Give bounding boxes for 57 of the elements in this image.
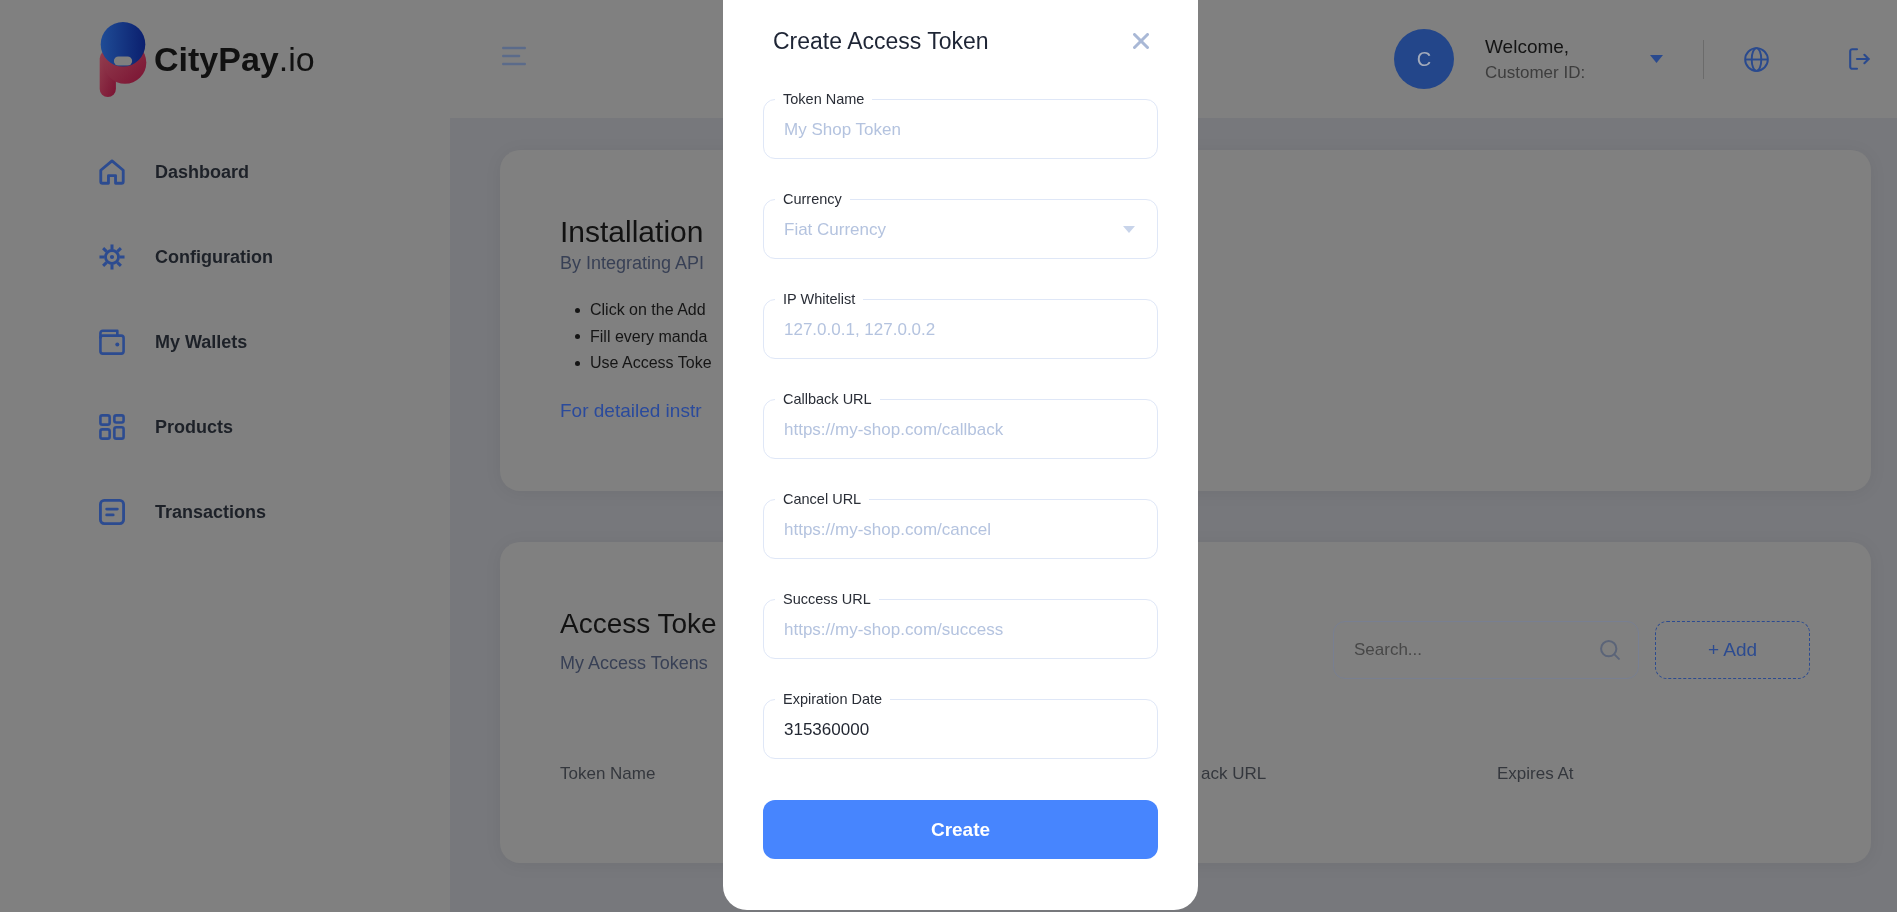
sidebar-item[interactable]: Products: [99, 407, 233, 447]
bullet-icon: [575, 307, 580, 313]
text-field[interactable]: Cancel URL https://my-shop.com/cancel: [763, 491, 1158, 559]
customer-id-label: Customer ID:: [1485, 62, 1586, 84]
field-label: Success URL: [782, 591, 872, 608]
sidebar-item[interactable]: Configuration: [99, 237, 273, 277]
dropdown-field[interactable]: Currency Fiat Currency: [763, 191, 1158, 259]
text-field[interactable]: Callback URL https://my-shop.com/callback: [763, 391, 1158, 459]
sidebar-item[interactable]: My Wallets: [99, 322, 248, 362]
menu-icon[interactable]: [502, 46, 526, 66]
column-header: ack URL: [1201, 763, 1267, 785]
field-label: Token Name: [782, 91, 866, 108]
card-title: Installation: [560, 214, 704, 250]
step-text: Click on the Add: [590, 301, 706, 320]
logo-text: CityPay.io: [154, 39, 315, 79]
field-label: Currency: [782, 191, 843, 208]
grid-icon: [99, 414, 125, 440]
logo-icon: [99, 21, 147, 97]
text-field[interactable]: IP Whitelist 127.0.0.1, 127.0.0.2: [763, 291, 1158, 359]
sidebar-item[interactable]: Dashboard: [99, 152, 250, 192]
text-input[interactable]: https://my-shop.com/cancel: [764, 508, 1157, 558]
text-input[interactable]: https://my-shop.com/success: [764, 608, 1157, 658]
step-text: Fill every manda: [590, 327, 708, 346]
text-input[interactable]: 315360000: [764, 708, 1157, 758]
globe-icon[interactable]: [1744, 46, 1769, 72]
avatar-circle: C: [1394, 29, 1454, 89]
column-header: Token Name: [560, 763, 656, 785]
welcome-text: Welcome,: [1485, 35, 1570, 59]
close-icon[interactable]: [1133, 33, 1149, 49]
text-input[interactable]: My Shop Token: [764, 108, 1157, 158]
bullet-icon: [575, 360, 580, 366]
document-icon: [99, 499, 125, 525]
search-icon: [1600, 640, 1620, 660]
modal-title: Create Access Token: [773, 27, 989, 56]
bullet-icon: [575, 334, 580, 340]
field-label: Callback URL: [782, 391, 873, 408]
column-header: Expires At: [1497, 763, 1574, 785]
wallet-icon: [99, 329, 125, 355]
text-input[interactable]: https://my-shop.com/callback: [764, 408, 1157, 458]
field-label: IP Whitelist: [782, 291, 857, 308]
text-field[interactable]: Token Name My Shop Token: [763, 91, 1158, 159]
search-field[interactable]: Search...: [1333, 621, 1639, 679]
card-subtitle: My Access Tokens: [560, 652, 708, 675]
caret-icon: [1123, 226, 1135, 233]
text-field[interactable]: Expiration Date 315360000: [763, 691, 1158, 759]
card-title: Access Toke: [560, 607, 717, 641]
house-icon: [99, 159, 125, 185]
text-field[interactable]: Success URL https://my-shop.com/success: [763, 591, 1158, 659]
field-label: Expiration Date: [782, 691, 884, 708]
field-label: Cancel URL: [782, 491, 863, 508]
card-subtitle: By Integrating API: [560, 252, 705, 275]
text-input[interactable]: 127.0.0.1, 127.0.0.2: [764, 308, 1157, 358]
step-text: Use Access Toke: [590, 354, 712, 373]
sidebar-item[interactable]: Transactions: [99, 492, 267, 532]
caret-icon[interactable]: [1650, 55, 1663, 63]
logout-icon[interactable]: [1849, 48, 1870, 70]
gear-icon: [99, 244, 125, 270]
